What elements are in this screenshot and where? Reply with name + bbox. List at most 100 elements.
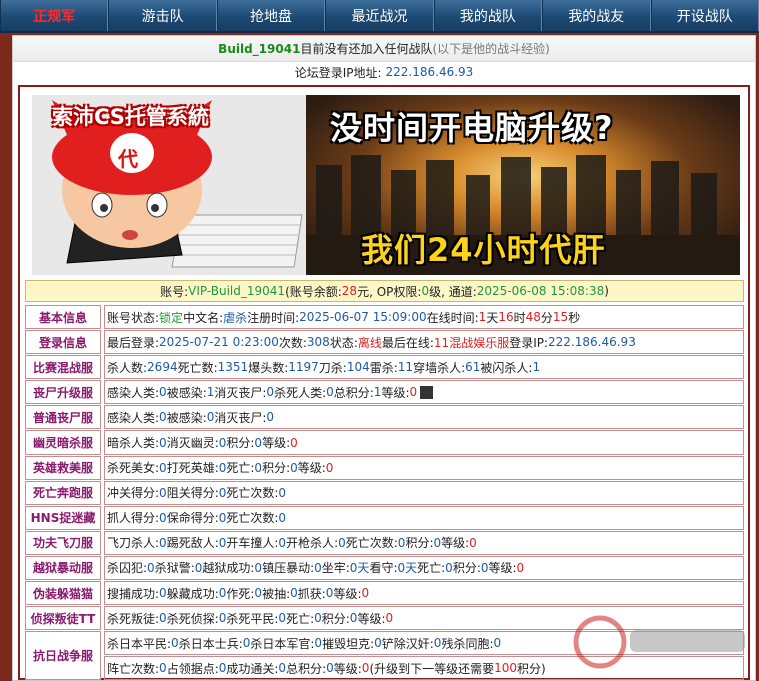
n: 0 [218,611,227,626]
t: 成功通关: [226,661,279,676]
n: 0 [325,586,334,601]
t: 踢死敌人: [166,536,219,551]
account-id: VIP-Build_19041 [188,284,286,298]
n: 0 [433,636,442,651]
row-zombie: 普通丧尸服 感染人类: 0 被感染: 0 消灭丧尸: 0 [25,405,744,430]
t: 开车撞人: [226,536,279,551]
label-prop: 伪装躲猫猫 [25,581,101,606]
rank-icon [420,385,434,399]
t: 状态: [329,335,358,350]
team-notice: Build_19041 目前没有还加入任何战队 (以下是他的战斗经验) [13,36,755,62]
n: 0 [361,586,370,601]
row-match: 比赛混战服 杀人数: 2694 死亡数: 1351 爆头数: 1197 刀杀: … [25,355,744,380]
label-hero: 英雄救美服 [25,455,101,480]
t: 暗杀人类: [107,436,160,451]
t: 越狱成功: [202,561,255,576]
t: 死亡次数: [345,536,398,551]
banner-logo-text: 索沛CS托管系統 [52,105,209,129]
nav-my-comrades[interactable]: 我的战友 [542,0,651,31]
t: 死亡次数: [226,486,279,501]
t: 镇压暴动: [262,561,315,576]
n: 0 [159,385,167,400]
n: 0 [349,611,358,626]
op-value: 0 [421,284,430,298]
ip-label: 论坛登录IP地址: [294,66,382,80]
n: 0 [159,435,167,450]
row-hns: HNS捉迷藏 抓人得分: 0 保命得分: 0 死亡次数: 0 [25,505,744,531]
label-tt: 侦探叛徒TT [25,606,101,631]
n: 0 [266,385,275,400]
online-minutes: 48 [525,310,541,325]
knife-kills: 104 [346,360,370,375]
t: 登录IP: [509,335,549,350]
t: 残杀同胞: [441,636,494,651]
n: 0 [433,535,442,550]
t: 刀杀: [318,360,347,375]
t: 开枪杀人: [286,536,339,551]
n: 0 [159,410,167,425]
t: 天 [486,310,499,325]
n: 0天 [349,561,370,576]
banner-slogan-top: 没时间开电脑升级? [330,109,614,147]
n: 0 [218,586,227,601]
n: 0 [254,560,263,575]
n: 0 [314,636,323,651]
nav-guerrilla[interactable]: 游击队 [108,0,217,31]
n: 0 [159,661,167,676]
value-jail: 杀囚犯: 0 杀狱警: 0 越狱成功: 0 镇压暴动: 0 坐牢: 0天 看守:… [104,555,744,581]
n: 0 [290,586,298,601]
n: 0 [385,611,394,626]
row-kungfu: 功夫飞刀服 飞刀杀人: 0 踢死敌人: 0 开车撞人: 0 开枪杀人: 0 死亡… [25,530,744,556]
label-hns: HNS捉迷藏 [25,505,101,530]
login-count: 308 [306,335,330,350]
n: 0 [218,535,227,550]
nav-my-team[interactable]: 我的战队 [433,0,543,31]
n: 0 [254,586,263,601]
ad-banner[interactable]: 索沛CS托管系統 代 没时间开电脑升级? 我们24小时代肝 [32,95,740,275]
headshots: 1197 [288,360,319,375]
t: 占领据点: [166,661,219,676]
t: 杀日本平民: [107,636,172,651]
reg-time: 2025-06-07 15:09:00 [299,310,427,325]
nav-regular-army[interactable]: 正规军 [0,0,109,31]
value-run: 冲关得分: 0 阻关得分: 0 死亡次数: 0 [104,480,744,505]
status-value: 锁定 [159,310,184,325]
t: 作死: [226,586,255,601]
banner-cs-area: 没时间开电脑升级? 我们24小时代肝 [306,95,740,275]
t: 在线时间: [426,310,479,325]
t: 被感染: [166,410,207,425]
row-run: 死亡奔跑服 冲关得分: 0 阻关得分: 0 死亡次数: 0 [25,480,744,506]
t: 躲藏成功: [166,586,219,601]
t: 摧毁坦克: [322,636,375,651]
n: 0 [194,560,203,575]
n: 0 [516,560,525,575]
username[interactable]: Build_19041 [218,42,300,56]
t: 注册时间: [247,310,300,325]
n: 0 [218,435,227,450]
t: 积分: [226,436,255,451]
n: 0 [374,636,382,651]
t: 等级: [333,586,362,601]
n: 0 [290,435,298,450]
deaths: 1351 [217,360,249,375]
n: 0 [266,410,275,425]
n: 0 [218,485,227,500]
t: 搜捕成功: [107,586,160,601]
n: 0 [326,385,334,400]
n: 100 [494,661,518,676]
row-jail: 越狱暴动服 杀囚犯: 0 杀狱警: 0 越狱成功: 0 镇压暴动: 0 坐牢: … [25,555,744,581]
t: 穿墙杀人: [413,360,466,375]
nav-recent-battles[interactable]: 最近战况 [325,0,434,31]
t: 坐牢: [321,561,350,576]
t: 打死英雄: [166,461,219,476]
n: 0 [361,661,370,676]
value-match: 杀人数: 2694 死亡数: 1351 爆头数: 1197 刀杀: 104 雷杀… [104,355,744,380]
nav-create-team[interactable]: 开设战队 [650,0,759,31]
nav-territory[interactable]: 抢地盘 [216,0,326,31]
t: 中文名: [183,310,224,325]
n: 0 [480,560,489,575]
n: 0 [218,661,227,676]
n: 1 [373,385,382,400]
ip-line: 论坛登录IP地址: 222.186.46.93 [13,62,755,83]
login-ip: 222.186.46.93 [548,335,636,350]
